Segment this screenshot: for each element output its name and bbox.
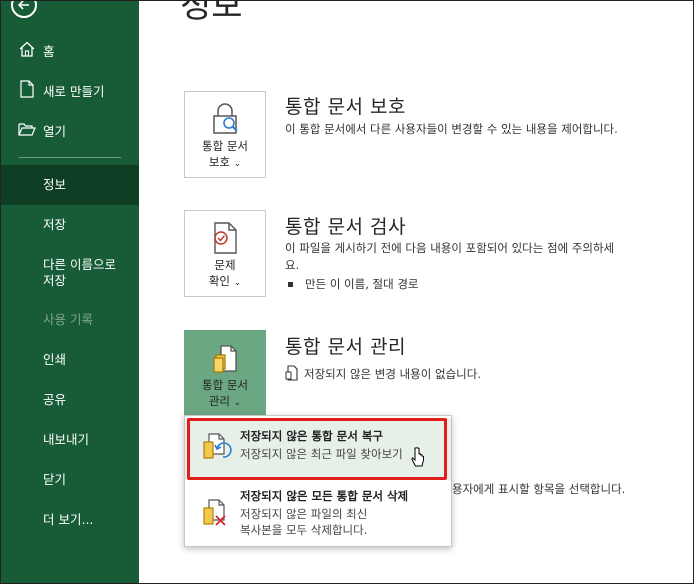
check-issues-label-2: 확인 ⌄: [185, 273, 265, 291]
sidebar-item-close[interactable]: 닫기: [1, 465, 139, 495]
delete-all-unsaved-workbooks-item[interactable]: 저장되지 않은 모든 통합 문서 삭제 저장되지 않은 파일의 최신 복사본을 …: [185, 482, 451, 546]
sidebar-item-more[interactable]: 더 보기...: [1, 505, 139, 535]
backstage-sidebar: 홈 새로 만들기 열기 정보 저장 다른 이름으로 저장 사용 기록 인쇄 공유…: [1, 0, 139, 584]
back-arrow-icon: [17, 0, 29, 10]
delete-document-icon: [203, 499, 226, 526]
sidebar-item-save-label: 저장: [43, 217, 67, 232]
sidebar-item-home[interactable]: 홈: [1, 30, 139, 68]
bullet-icon: [288, 282, 293, 287]
check-issues-label-1: 문제: [214, 258, 236, 272]
check-issues-button[interactable]: 문제 확인 ⌄: [184, 210, 266, 297]
sidebar-item-new-label: 새로 만들기: [43, 84, 105, 99]
sidebar-item-save-as-line1: 다른 이름으로: [43, 257, 116, 272]
page-title: 정보: [180, 0, 243, 26]
sidebar-item-close-label: 닫기: [43, 472, 67, 487]
sidebar-item-save-as-line2: 저장: [43, 273, 67, 288]
protect-workbook-label-2-text: 보호: [208, 155, 230, 169]
document-small-icon: [285, 365, 298, 381]
back-button[interactable]: [11, 0, 37, 18]
sidebar-item-print-label: 인쇄: [43, 352, 67, 367]
manage-workbook-label-2-text: 관리: [208, 394, 230, 408]
partially-hidden-desc: 용자에게 표시할 항목을 선택합니다.: [452, 482, 626, 496]
delete-unsaved-desc-2: 복사본을 모두 삭제합니다.: [240, 523, 368, 537]
protect-workbook-label-2: 보호 ⌄: [185, 154, 265, 172]
manage-workbook-icon: [213, 345, 237, 373]
sidebar-item-print[interactable]: 인쇄: [1, 345, 139, 375]
new-file-icon: [20, 80, 34, 98]
mouse-cursor-icon: [411, 447, 424, 467]
sidebar-item-save-as[interactable]: 다른 이름으로 저장: [1, 252, 139, 292]
chevron-down-icon: ⌄: [233, 159, 242, 169]
sidebar-item-open-label: 열기: [43, 124, 67, 139]
sidebar-item-new[interactable]: 새로 만들기: [1, 70, 139, 108]
protect-workbook-button[interactable]: 통합 문서 보호 ⌄: [184, 91, 266, 178]
manage-workbook-label-2: 관리 ⌄: [185, 393, 265, 411]
sidebar-divider: [19, 157, 121, 158]
document-check-icon: [214, 222, 237, 254]
sidebar-item-history: 사용 기록: [1, 305, 139, 335]
inspect-workbook-desc-2: 요.: [285, 258, 300, 272]
folder-open-icon: [18, 123, 36, 136]
manage-workbook-button[interactable]: 통합 문서 관리 ⌄: [184, 330, 266, 416]
sidebar-item-more-label: 더 보기...: [43, 512, 94, 527]
home-icon: [19, 41, 35, 57]
sidebar-item-info[interactable]: 정보: [1, 165, 139, 205]
sidebar-item-save[interactable]: 저장: [1, 210, 139, 240]
sidebar-item-info-label: 정보: [43, 177, 67, 192]
lock-search-icon: [213, 103, 238, 134]
protect-workbook-label-1: 통합 문서: [202, 139, 248, 153]
manage-workbook-label-1: 통합 문서: [202, 378, 248, 392]
inspect-bullet-text: 만든 이 이름, 절대 경로: [305, 277, 419, 291]
manage-workbook-desc: 저장되지 않은 변경 내용이 없습니다.: [304, 367, 481, 381]
red-highlight-box: [187, 418, 447, 480]
inspect-bullet: 만든 이 이름, 절대 경로: [288, 276, 419, 293]
sidebar-item-export[interactable]: 내보내기: [1, 425, 139, 455]
delete-unsaved-title: 저장되지 않은 모든 통합 문서 삭제: [240, 489, 409, 503]
check-issues-label-2-text: 확인: [208, 274, 230, 288]
sidebar-item-home-label: 홈: [43, 44, 55, 59]
manage-workbook-title: 통합 문서 관리: [285, 336, 406, 358]
delete-unsaved-desc-1: 저장되지 않은 파일의 최신: [240, 507, 368, 521]
sidebar-item-open[interactable]: 열기: [1, 110, 139, 148]
sidebar-item-history-label: 사용 기록: [43, 312, 93, 327]
chevron-down-icon: ⌄: [233, 398, 242, 408]
chevron-down-icon: ⌄: [233, 278, 242, 288]
inspect-workbook-desc-1: 이 파일을 게시하기 전에 다음 내용이 포함되어 있다는 점에 주의하세: [285, 241, 615, 255]
inspect-workbook-title: 통합 문서 검사: [285, 216, 406, 238]
protect-workbook-title: 통합 문서 보호: [285, 96, 406, 118]
protect-workbook-desc: 이 통합 문서에서 다른 사용자들이 변경할 수 있는 내용을 제어합니다.: [285, 122, 618, 136]
sidebar-item-share[interactable]: 공유: [1, 385, 139, 415]
sidebar-item-export-label: 내보내기: [43, 432, 90, 447]
sidebar-item-share-label: 공유: [43, 392, 67, 407]
